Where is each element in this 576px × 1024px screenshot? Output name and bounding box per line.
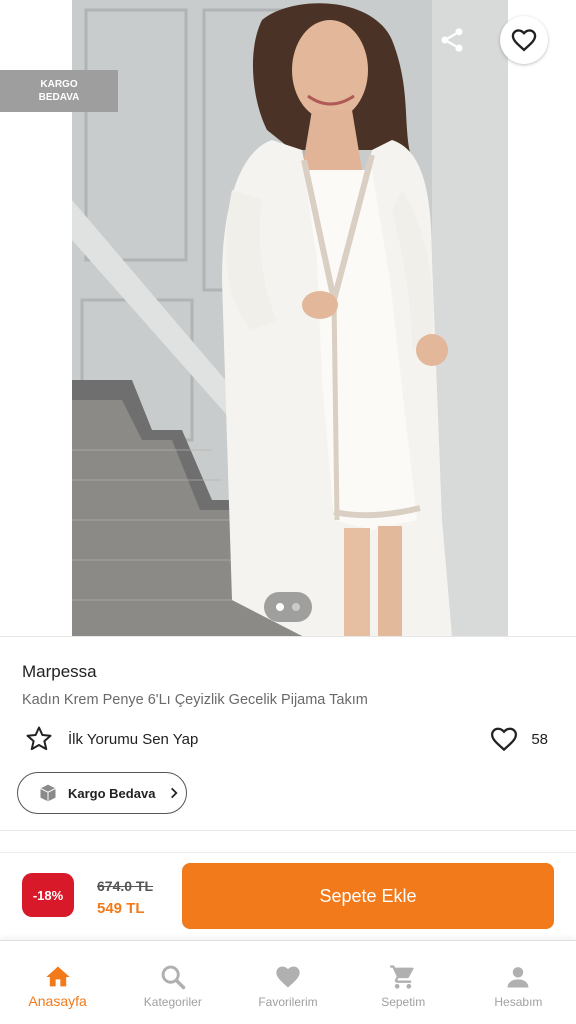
tab-home[interactable]: Anasayfa (0, 941, 115, 1024)
like-group[interactable]: 58 (489, 722, 548, 756)
tab-account[interactable]: Hesabım (461, 941, 576, 1024)
cart-icon (390, 965, 414, 989)
product-detail-screen: KARGO BEDAVA Marpessa Kadın Krem Penye 6… (0, 0, 576, 1024)
discount-badge: -18% (22, 873, 74, 917)
heart-icon (276, 966, 300, 988)
free-shipping-tag-label: KARGO BEDAVA (38, 79, 80, 103)
bottom-tab-bar: Anasayfa Kategoriler Favorilerim Sepetim (0, 940, 576, 1024)
package-icon (40, 784, 56, 802)
pagination-dot (292, 603, 300, 611)
tab-cart[interactable]: Sepetim (346, 941, 461, 1024)
product-photo-illustration (72, 0, 508, 636)
add-to-cart-button[interactable]: Sepete Ekle (182, 863, 554, 929)
product-brand[interactable]: Marpessa (22, 662, 97, 682)
tab-favorites[interactable]: Favorilerim (230, 941, 345, 1024)
pagination-dot-active (276, 603, 284, 611)
back-button[interactable] (20, 18, 70, 62)
purchase-bar: -18% 674.0 TL 549 TL Sepete Ekle (0, 852, 576, 938)
old-price: 674.0 TL (97, 878, 154, 894)
star-outline-icon (26, 726, 52, 751)
product-photo[interactable] (72, 0, 508, 636)
free-shipping-chip-label: Kargo Bedava (68, 785, 156, 801)
product-image-gallery[interactable]: KARGO BEDAVA (0, 0, 576, 636)
tab-account-label: Hesabım (494, 995, 543, 1009)
favorite-top-button[interactable] (500, 16, 548, 64)
heart-icon[interactable] (489, 724, 519, 754)
share-icon (441, 28, 463, 52)
tab-home-label: Anasayfa (28, 993, 87, 1009)
tab-categories-label: Kategoriler (143, 995, 202, 1009)
search-icon (161, 965, 186, 990)
like-count: 58 (531, 730, 548, 748)
heart-outline-icon (511, 29, 537, 52)
share-button[interactable] (428, 16, 476, 64)
tab-cart-label: Sepetim (381, 995, 426, 1009)
review-button[interactable] (22, 722, 56, 756)
tab-favorites-label: Favorilerim (258, 995, 318, 1009)
home-icon (45, 966, 70, 987)
tab-categories[interactable]: Kategoriler (115, 941, 230, 1024)
gallery-pagination (264, 592, 312, 622)
product-title: Kadın Krem Penye 6'Lı Çeyizlik Gecelik P… (22, 692, 368, 708)
divider (0, 830, 576, 831)
sale-price: 549 TL (97, 900, 145, 917)
chevron-right-icon (171, 787, 178, 799)
arrow-left-icon (35, 30, 55, 50)
review-row: İlk Yorumu Sen Yap 58 (22, 722, 556, 756)
user-icon (507, 967, 529, 988)
first-review-link[interactable]: İlk Yorumu Sen Yap (68, 731, 198, 748)
free-shipping-tag: KARGO BEDAVA (0, 70, 118, 112)
free-shipping-chip[interactable]: Kargo Bedava (17, 772, 187, 814)
divider (0, 636, 576, 637)
